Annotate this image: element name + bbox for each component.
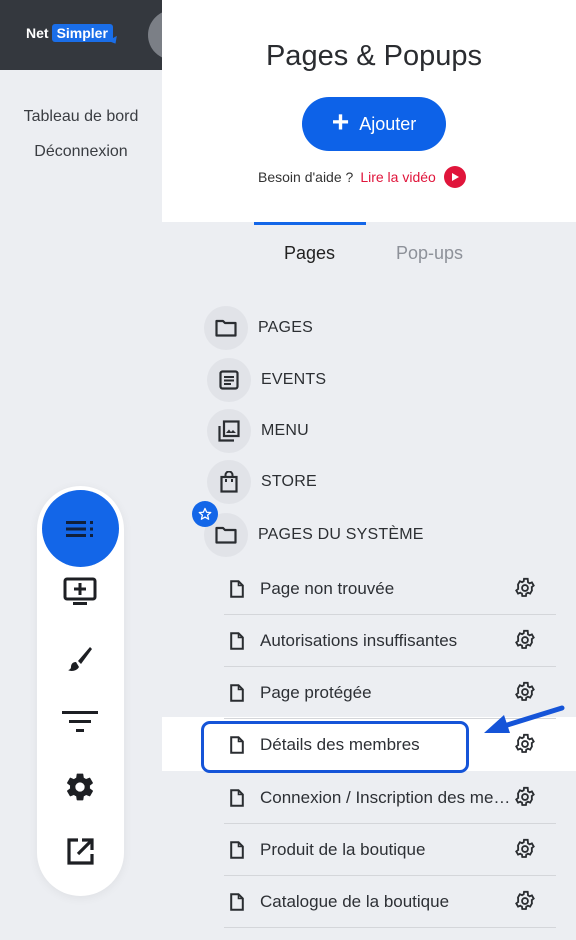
top-header: Net Simpler (0, 0, 162, 70)
gear-icon[interactable] (514, 890, 536, 917)
document-icon (228, 631, 246, 650)
document-icon (228, 683, 246, 702)
arrow-icon (484, 705, 565, 733)
filter-icon (62, 711, 98, 732)
page-label: Catalogue de la boutique (260, 891, 450, 911)
preview-button[interactable] (55, 830, 105, 874)
list-item[interactable]: Produit de la boutique (224, 824, 556, 876)
brand-name-part2: Simpler (51, 24, 113, 42)
gear-icon[interactable] (514, 786, 536, 813)
brand-name-part1: Net (26, 25, 49, 41)
list-item[interactable]: Connexion / Inscription des membres (224, 772, 556, 824)
add-section-button[interactable] (55, 570, 105, 614)
gear-icon (67, 773, 93, 801)
highlight-outline (201, 721, 469, 773)
design-button[interactable] (55, 636, 105, 680)
gear-icon[interactable] (514, 577, 536, 604)
brand-logo[interactable]: Net Simpler (26, 24, 113, 42)
dashboard-link[interactable]: Tableau de bord (0, 104, 162, 139)
page-label: Page non trouvée (260, 578, 395, 598)
open-in-new-icon (67, 838, 94, 865)
list-item[interactable]: Page non trouvée (224, 563, 556, 615)
list-item[interactable]: Autorisations insuffisantes (224, 615, 556, 667)
list-menu-icon (65, 520, 93, 537)
pages-menu-button[interactable] (42, 490, 119, 567)
add-to-screen-icon (63, 577, 97, 605)
document-icon (228, 788, 246, 807)
page-label: Connexion / Inscription des membres (260, 787, 520, 807)
page-label: Autorisations insuffisantes (260, 630, 458, 650)
document-icon (228, 579, 246, 598)
gear-icon[interactable] (514, 838, 536, 865)
brush-icon (68, 647, 92, 671)
settings-button[interactable] (55, 765, 105, 809)
document-icon (228, 892, 246, 911)
page-label: Page protégée (260, 682, 372, 702)
filter-button[interactable] (55, 700, 105, 744)
gear-icon[interactable] (514, 629, 536, 656)
page-label: Produit de la boutique (260, 839, 426, 859)
list-item[interactable]: Catalogue de la boutique (224, 876, 556, 928)
left-nav: Tableau de bord Déconnexion (0, 104, 162, 174)
document-icon (228, 840, 246, 859)
system-pages-list: Page non trouvée Autorisations insuffisa… (162, 0, 576, 940)
logout-link[interactable]: Déconnexion (0, 139, 162, 174)
